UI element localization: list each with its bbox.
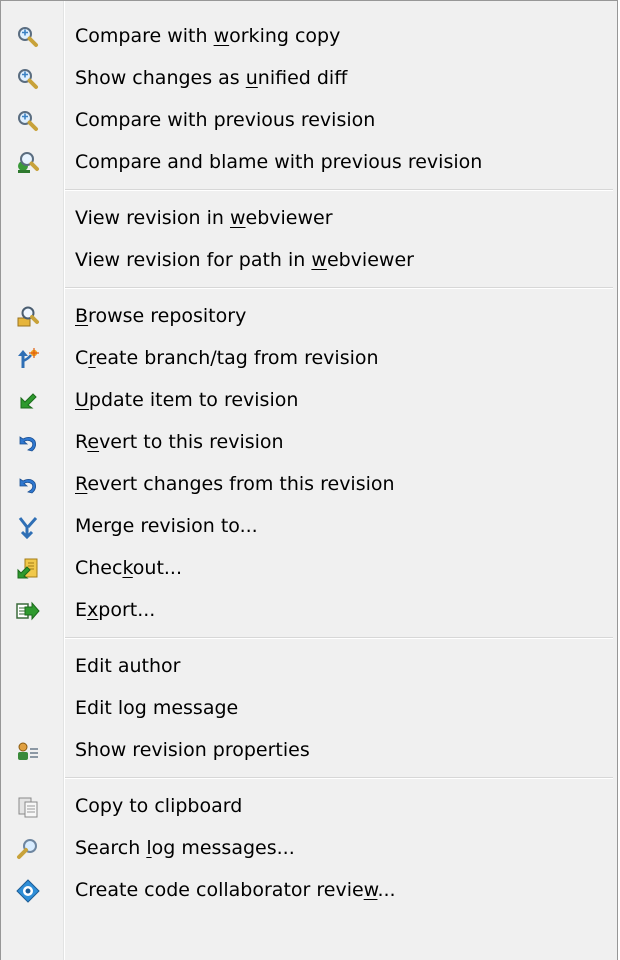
menu-separator (1, 281, 617, 295)
menu-item-search-log-messages[interactable]: Search log messages... (1, 827, 617, 869)
code-collaborator-icon (16, 879, 40, 903)
menu-item-access-key: R (75, 473, 88, 495)
menu-item-access-key: u (245, 67, 258, 89)
clipboard-icon (16, 795, 40, 819)
menu-item-access-key: r (88, 347, 96, 369)
menu-items: Compare with working copy Show changes as… (1, 15, 617, 911)
menu-item-export[interactable]: Export... (1, 589, 617, 631)
menu-item-label-rest: ebviewer (245, 207, 333, 229)
context-menu: Compare with working copy Show changes as… (0, 0, 618, 960)
menu-item-label-rest: ... (377, 879, 396, 901)
menu-item-label: Copy to clipboard (75, 795, 243, 817)
empty-icon-slot (16, 249, 40, 273)
menu-item-show-revision-properties[interactable]: Show revision properties (1, 729, 617, 771)
blame-magnifier-icon (16, 151, 40, 175)
menu-item-label: View revision for path in (75, 249, 312, 271)
menu-item-label-rest: eate branch/tag from revision (95, 347, 379, 369)
update-arrow-icon (16, 389, 40, 413)
menu-item-label: Show revision properties (75, 739, 310, 761)
magnifier-icon (16, 109, 40, 133)
menu-item-label-rest: port... (98, 599, 156, 621)
menu-item-label: Chec (75, 557, 123, 579)
merge-icon (16, 515, 40, 539)
menu-item-label: Show changes as (75, 67, 246, 89)
branch-tag-icon (16, 347, 40, 371)
menu-item-compare-with-working-copy[interactable]: Compare with working copy (1, 15, 617, 57)
checkout-icon (16, 557, 40, 581)
menu-item-label: E (75, 599, 88, 621)
menu-item-label-rest: vert to this revision (99, 431, 284, 453)
menu-item-label-rest: orking copy (229, 25, 341, 47)
menu-item-access-key: e (87, 431, 100, 453)
menu-item-browse-repository[interactable]: Browse repository (1, 295, 617, 337)
menu-item-label: Edit log message (75, 697, 239, 719)
menu-item-access-key: B (75, 305, 89, 327)
menu-item-copy-to-clipboard[interactable]: Copy to clipboard (1, 785, 617, 827)
menu-item-show-changes-as-unified-diff[interactable]: Show changes as unified diff (1, 57, 617, 99)
menu-item-label-rest: nified diff (257, 67, 348, 89)
menu-item-label: Merge revision to... (75, 515, 258, 537)
revert-arrow-icon (16, 431, 40, 455)
menu-item-label-rest: out... (132, 557, 183, 579)
revert-arrow-icon (16, 473, 40, 497)
menu-separator (1, 183, 617, 197)
magnifier-icon (16, 67, 40, 91)
menu-item-create-branch-tag-from-revision[interactable]: Create branch/tag from revision (1, 337, 617, 379)
menu-item-checkout[interactable]: Checkout... (1, 547, 617, 589)
magnifier-icon (16, 25, 40, 49)
menu-item-access-key: x (87, 599, 99, 621)
export-icon (16, 599, 40, 623)
search-icon (16, 837, 40, 861)
menu-item-label: Edit author (75, 655, 181, 677)
menu-item-access-key: k (122, 557, 133, 579)
menu-item-compare-and-blame-with-previous-revision[interactable]: Compare and blame with previous revision (1, 141, 617, 183)
empty-icon-slot (16, 207, 40, 231)
menu-item-view-revision-in-webviewer[interactable]: View revision in webviewer (1, 197, 617, 239)
empty-icon-slot (16, 697, 40, 721)
menu-item-label-rest: evert changes from this revision (87, 473, 395, 495)
menu-item-access-key: w (229, 207, 246, 229)
menu-item-edit-log-message[interactable]: Edit log message (1, 687, 617, 729)
menu-item-edit-author[interactable]: Edit author (1, 645, 617, 687)
menu-item-access-key: w (311, 249, 327, 271)
menu-item-label: Compare and blame with previous revision (75, 151, 483, 173)
menu-item-update-item-to-revision[interactable]: Update item to revision (1, 379, 617, 421)
menu-item-access-key: w (363, 879, 378, 901)
menu-item-label: Compare with previous revision (75, 109, 376, 131)
menu-item-access-key: U (75, 389, 89, 411)
menu-item-label-rest: og messages... (151, 837, 295, 859)
menu-item-label-rest: rowse repository (88, 305, 247, 327)
menu-item-revert-changes-from-this-revision[interactable]: Revert changes from this revision (1, 463, 617, 505)
menu-separator (1, 631, 617, 645)
menu-item-label-rest: ebviewer (326, 249, 414, 271)
menu-item-label: View revision in (75, 207, 230, 229)
menu-item-compare-with-previous-revision[interactable]: Compare with previous revision (1, 99, 617, 141)
menu-item-label: R (75, 431, 88, 453)
properties-icon (16, 739, 40, 763)
menu-item-label: Search (75, 837, 147, 859)
menu-item-view-revision-for-path-in-webviewer[interactable]: View revision for path in webviewer (1, 239, 617, 281)
menu-separator (1, 771, 617, 785)
empty-icon-slot (16, 655, 40, 679)
menu-item-merge-revision-to[interactable]: Merge revision to... (1, 505, 617, 547)
menu-item-label-rest: pdate item to revision (88, 389, 299, 411)
menu-item-label: Create code collaborator revie (75, 879, 364, 901)
menu-item-label: C (75, 347, 89, 369)
menu-item-create-code-collaborator-review[interactable]: Create code collaborator review... (1, 869, 617, 911)
menu-item-revert-to-this-revision[interactable]: Revert to this revision (1, 421, 617, 463)
browse-repository-icon (16, 305, 40, 329)
menu-item-label: Compare with (75, 25, 214, 47)
menu-item-access-key: w (213, 25, 230, 47)
